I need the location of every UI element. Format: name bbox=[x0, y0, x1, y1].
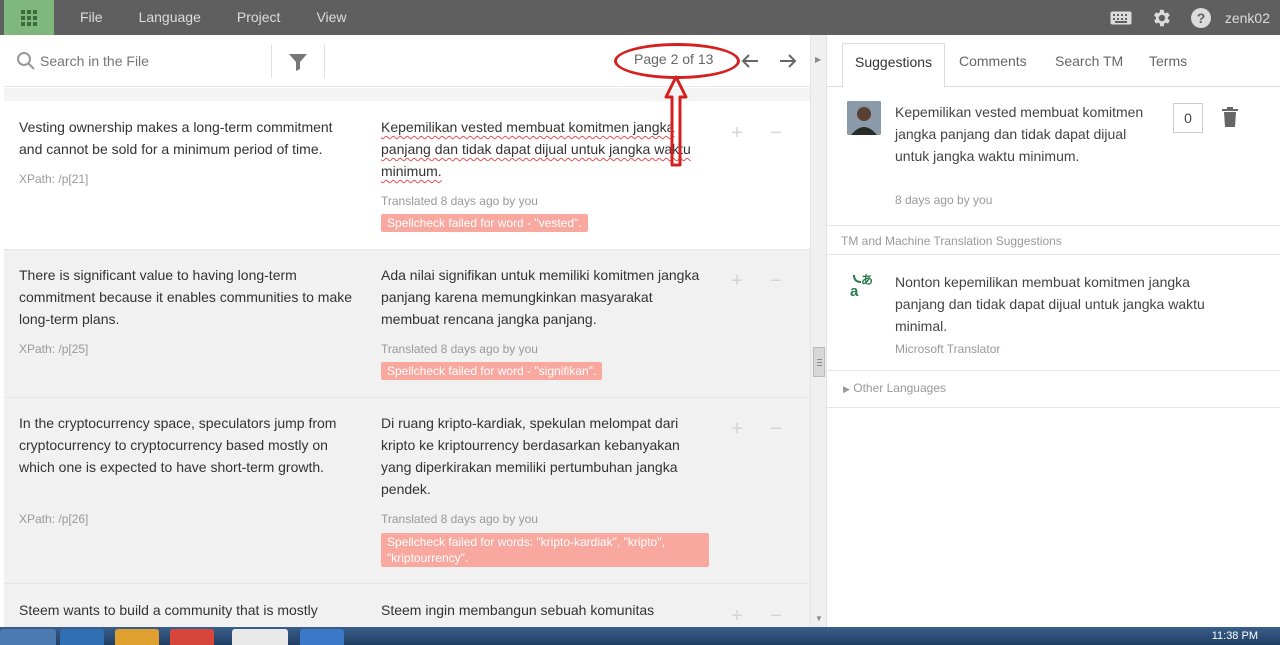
taskbar-clock: 11:38 PM bbox=[1211, 630, 1258, 642]
start-button[interactable] bbox=[0, 629, 56, 645]
collapse-panel-icon[interactable]: ▶ bbox=[815, 55, 821, 64]
taskbar-folder-icon[interactable] bbox=[115, 629, 159, 645]
source-text: Vesting ownership makes a long-term comm… bbox=[19, 119, 333, 157]
trash-icon[interactable] bbox=[1221, 107, 1239, 127]
next-page-button[interactable] bbox=[775, 49, 801, 73]
taskbar-app-icon[interactable] bbox=[300, 629, 344, 645]
os-taskbar: 11:38 PM bbox=[0, 627, 1280, 645]
gear-icon[interactable] bbox=[1141, 0, 1181, 35]
xpath-label: XPath: /p[26] bbox=[19, 512, 89, 526]
source-text: Steem wants to build a community that is… bbox=[19, 602, 318, 618]
prev-page-button[interactable] bbox=[737, 49, 763, 73]
svg-text:a: a bbox=[850, 283, 859, 297]
source-text: In the cryptocurrency space, speculators… bbox=[19, 415, 337, 475]
filter-button[interactable] bbox=[283, 49, 313, 75]
search-input[interactable] bbox=[40, 47, 260, 75]
editor-toolbar: Page 2 of 13 bbox=[4, 35, 810, 87]
main-menu: File Language Project View bbox=[62, 0, 365, 35]
target-editor[interactable]: Ada nilai signifikan untuk memiliki komi… bbox=[381, 264, 711, 330]
annotation-arrow bbox=[664, 75, 688, 167]
plus-icon[interactable]: + bbox=[727, 606, 747, 626]
divider bbox=[827, 370, 1280, 371]
plus-icon[interactable]: + bbox=[727, 419, 747, 439]
tab-suggestions[interactable]: Suggestions bbox=[842, 43, 946, 88]
xpath-label: XPath: /p[25] bbox=[19, 342, 89, 356]
tab-comments[interactable]: Comments bbox=[947, 43, 1039, 80]
menu-file[interactable]: File bbox=[62, 0, 121, 35]
keyboard-icon[interactable] bbox=[1101, 0, 1141, 35]
triangle-right-icon: ▶ bbox=[843, 384, 850, 394]
menu-language[interactable]: Language bbox=[121, 0, 219, 35]
suggestion-text[interactable]: Kepemilikan vested membuat komitmen jang… bbox=[895, 101, 1155, 167]
taskbar-opera-icon[interactable] bbox=[232, 629, 288, 645]
side-panel: Suggestions Comments Search TM Terms Kep… bbox=[826, 35, 1280, 627]
annotation-ellipse bbox=[614, 43, 740, 79]
translation-meta: Translated 8 days ago by you bbox=[381, 194, 538, 208]
target-editor[interactable]: Kepemilikan vested membuat komitmen jang… bbox=[381, 116, 711, 182]
list-top-strip bbox=[4, 88, 810, 101]
menu-project[interactable]: Project bbox=[219, 0, 299, 35]
toolbar-divider bbox=[271, 45, 272, 78]
arrow-left-icon bbox=[741, 54, 758, 68]
vote-count[interactable]: 0 bbox=[1173, 103, 1203, 133]
top-bar: File Language Project View ? zenk02 bbox=[0, 0, 1280, 35]
svg-text:あ: あ bbox=[861, 273, 873, 287]
mt-source: Microsoft Translator bbox=[895, 342, 1001, 356]
side-tabs: Suggestions Comments Search TM Terms bbox=[827, 35, 1280, 88]
help-icon[interactable]: ? bbox=[1181, 0, 1221, 35]
apps-grid-button[interactable] bbox=[4, 0, 54, 35]
editor-pane: Page 2 of 13 Vesting ownership makes a l… bbox=[4, 35, 810, 627]
mt-suggestion-text[interactable]: Nonton kepemilikan membuat komitmen jang… bbox=[895, 271, 1235, 337]
source-text: There is significant value to having lon… bbox=[19, 267, 353, 327]
divider bbox=[827, 407, 1280, 408]
tab-search-tm[interactable]: Search TM bbox=[1043, 43, 1135, 80]
toolbar-divider bbox=[324, 45, 325, 78]
taskbar-chrome-icon[interactable] bbox=[170, 629, 214, 645]
minus-icon[interactable]: − bbox=[766, 606, 786, 626]
menu-view[interactable]: View bbox=[298, 0, 364, 35]
target-editor[interactable]: Di ruang kripto-kardiak, spekulan melomp… bbox=[381, 412, 711, 500]
suggestion-meta: 8 days ago by you bbox=[895, 193, 993, 207]
avatar bbox=[847, 101, 881, 135]
minus-icon[interactable]: − bbox=[766, 123, 786, 143]
segment-row[interactable]: In the cryptocurrency space, speculators… bbox=[4, 398, 810, 584]
filter-icon bbox=[289, 54, 307, 71]
tm-section-label: TM and Machine Translation Suggestions bbox=[841, 234, 1062, 248]
svg-text:?: ? bbox=[1197, 10, 1206, 26]
username[interactable]: zenk02 bbox=[1221, 10, 1280, 26]
spellcheck-warning: Spellcheck failed for word - "signifikan… bbox=[381, 362, 603, 380]
segment-row[interactable]: There is significant value to having lon… bbox=[4, 250, 810, 398]
taskbar-ie-icon[interactable] bbox=[60, 629, 104, 645]
xpath-label: XPath: /p[21] bbox=[19, 172, 89, 186]
scroll-down-icon[interactable]: ▼ bbox=[815, 614, 823, 623]
divider bbox=[827, 225, 1280, 226]
translation-meta: Translated 8 days ago by you bbox=[381, 342, 538, 356]
target-editor[interactable]: Steem ingin membangun sebuah komunitas bbox=[381, 599, 711, 621]
segment-row[interactable]: Vesting ownership makes a long-term comm… bbox=[4, 101, 810, 250]
arrow-right-icon bbox=[780, 54, 797, 68]
translation-meta: Translated 8 days ago by you bbox=[381, 512, 538, 526]
minus-icon[interactable]: − bbox=[766, 271, 786, 291]
other-languages-label: Other Languages bbox=[853, 381, 947, 395]
segment-row[interactable]: Steem wants to build a community that is… bbox=[4, 584, 810, 627]
other-languages-toggle[interactable]: ▶ Other Languages bbox=[843, 381, 946, 395]
minus-icon[interactable]: − bbox=[766, 419, 786, 439]
grid-icon bbox=[21, 9, 37, 26]
divider bbox=[827, 254, 1280, 255]
top-right-controls: ? zenk02 bbox=[1101, 0, 1280, 35]
editor-scrollbar[interactable]: ▶ ▼ bbox=[810, 35, 826, 627]
plus-icon[interactable]: + bbox=[727, 123, 747, 143]
search-icon bbox=[17, 52, 35, 70]
translate-icon: a あ bbox=[850, 273, 873, 297]
scroll-thumb[interactable] bbox=[813, 347, 825, 377]
plus-icon[interactable]: + bbox=[727, 271, 747, 291]
tab-terms[interactable]: Terms bbox=[1137, 43, 1199, 80]
spellcheck-warning: Spellcheck failed for word - "vested". bbox=[381, 214, 588, 232]
spellcheck-warning: Spellcheck failed for words: "kripto-kar… bbox=[381, 533, 709, 567]
